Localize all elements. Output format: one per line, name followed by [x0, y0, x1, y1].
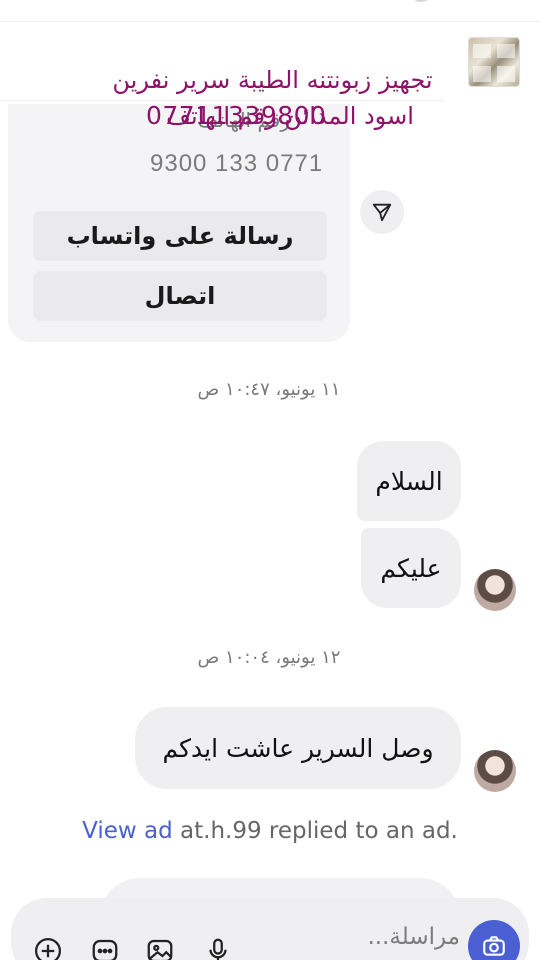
avatar[interactable] [474, 569, 516, 611]
timestamp-1: ١١ يونيو، ١٠:٤٧ ص [197, 379, 341, 400]
overlay-title: تجهيز زبونتنه الطيبة سرير نفرين [112, 66, 433, 94]
microphone-icon [209, 938, 227, 960]
voice-button[interactable] [201, 934, 235, 960]
share-button[interactable] [360, 190, 404, 234]
reply-notice-text: at.h.99 replied to an ad. [172, 818, 458, 844]
view-ad-link[interactable]: View ad [82, 818, 173, 844]
top-bar [0, 0, 540, 22]
message-bubble[interactable]: عليكم [361, 528, 461, 608]
add-circle-icon [35, 938, 61, 960]
overlay-phone: 07711339800 [146, 101, 327, 130]
timestamp-2: ١٢ يونيو، ١٠:٠٤ ص [197, 647, 341, 668]
message-bubble[interactable]: وصل السرير عاشت ايدكم [135, 707, 461, 789]
more-button[interactable] [88, 934, 122, 960]
chat-screen: رقم الهاتف 9300 133 0771 رسالة على واتسا… [0, 0, 540, 960]
whatsapp-message-button[interactable]: رسالة على واتساب [33, 211, 327, 261]
ad-reply-notice: View ad at.h.99 replied to an ad. [0, 818, 540, 844]
add-button[interactable] [31, 934, 65, 960]
call-button[interactable]: اتصال [33, 271, 327, 321]
ad-thumbnail[interactable] [468, 37, 520, 87]
contact-card-phone: 9300 133 0771 [150, 150, 324, 177]
top-icon-peek [412, 0, 430, 2]
gallery-button[interactable] [143, 934, 177, 960]
message-input[interactable]: مراسلة... [300, 924, 460, 950]
avatar[interactable] [474, 750, 516, 792]
more-icon [92, 939, 118, 960]
message-bubble[interactable]: السلام [357, 441, 461, 521]
send-share-icon [372, 203, 392, 222]
camera-icon [483, 936, 505, 956]
image-icon [147, 939, 173, 960]
